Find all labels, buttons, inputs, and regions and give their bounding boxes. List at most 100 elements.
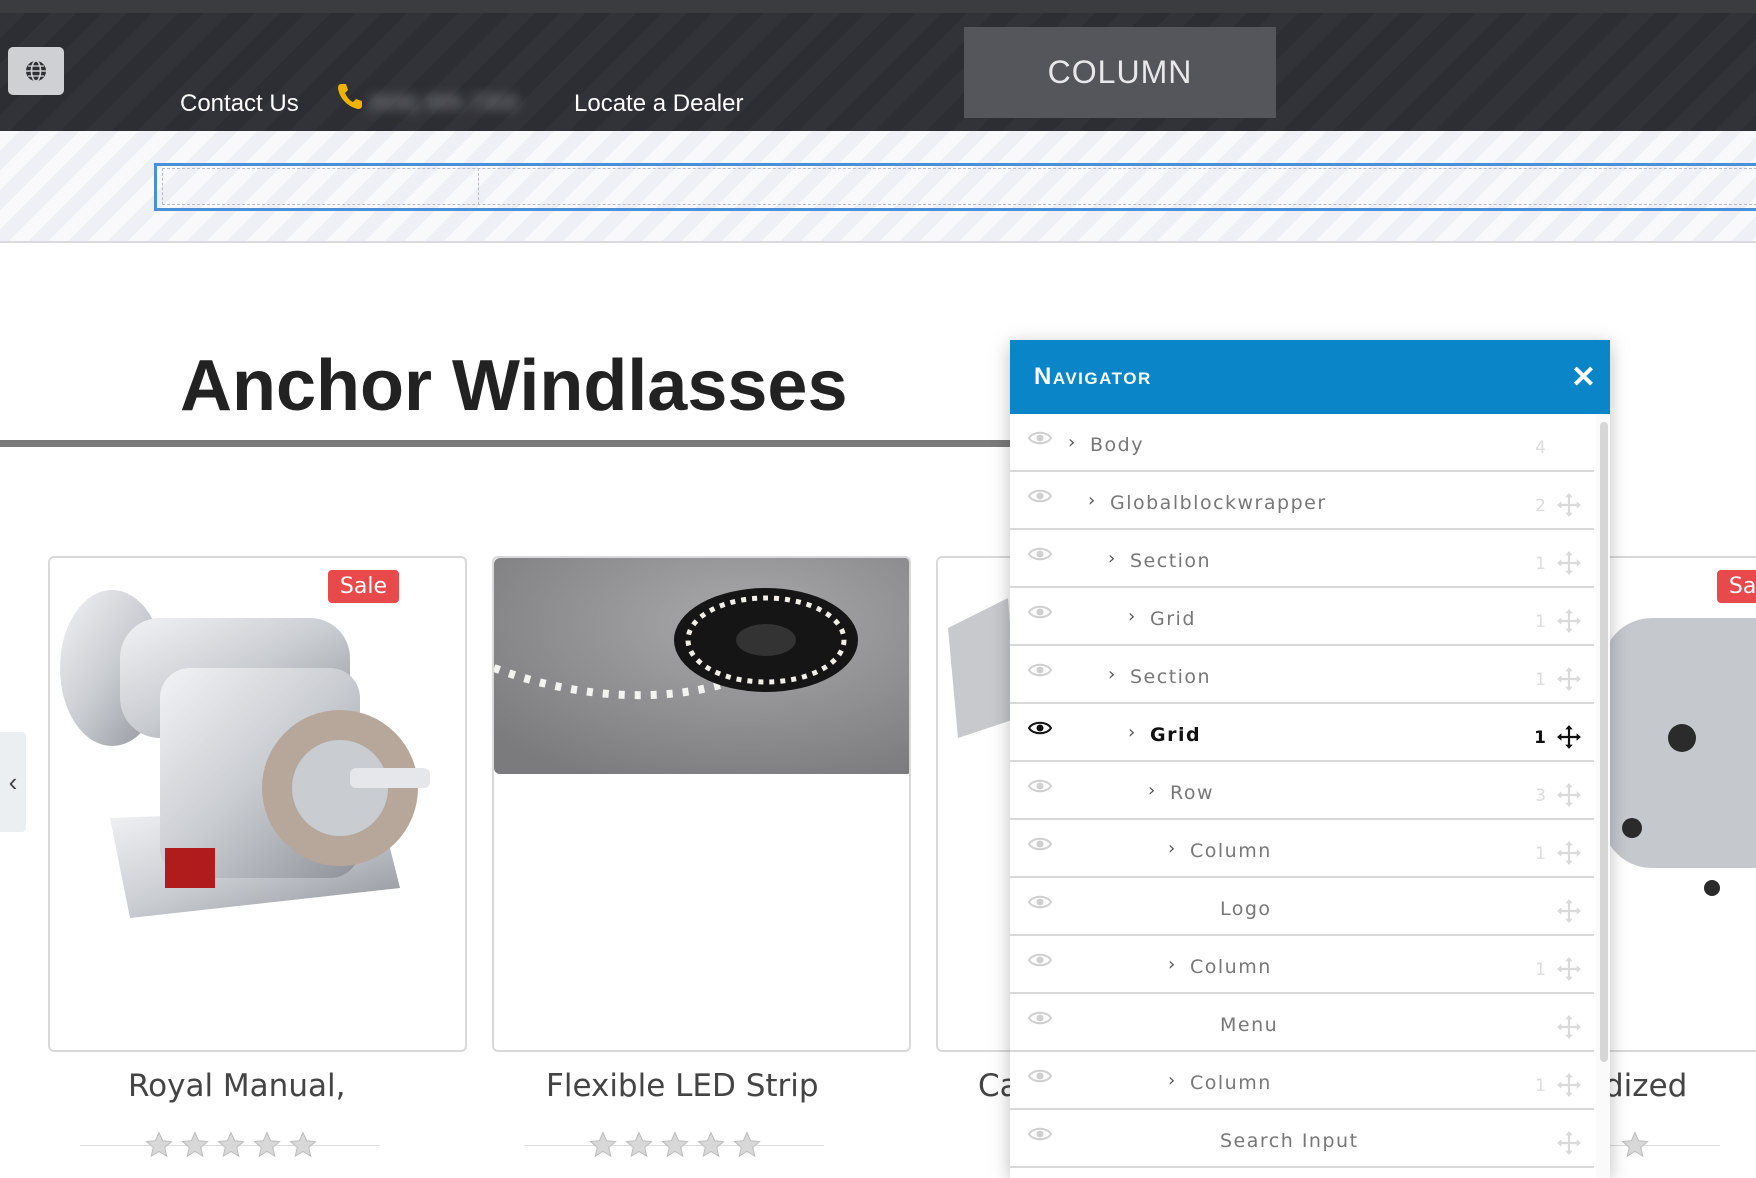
- product-name[interactable]: Flexible LED Strip: [546, 1068, 819, 1104]
- phone-icon: [338, 84, 362, 109]
- product-card[interactable]: Sale: [48, 556, 467, 1052]
- move-icon[interactable]: [1556, 724, 1582, 750]
- page: { "header": { "contact_label": "Contact …: [0, 0, 1756, 1178]
- star-icon: [253, 1131, 281, 1158]
- chevron-right-icon[interactable]: ›: [1108, 548, 1115, 569]
- eye-icon[interactable]: [1028, 1126, 1052, 1142]
- navigator-item[interactable]: › Column 1: [1010, 1052, 1594, 1110]
- move-icon[interactable]: [1556, 1130, 1582, 1156]
- move-icon[interactable]: [1556, 898, 1582, 924]
- star-icon: [181, 1131, 209, 1158]
- navigator-item[interactable]: Logo: [1010, 878, 1594, 936]
- move-icon[interactable]: [1556, 608, 1582, 634]
- chevron-right-icon[interactable]: ›: [1148, 780, 1155, 801]
- star-icon: [289, 1131, 317, 1158]
- navigator-item[interactable]: › Globalblockwrapper 2: [1010, 472, 1594, 530]
- product-image: [60, 590, 430, 918]
- chevron-right-icon[interactable]: ›: [1108, 664, 1115, 685]
- move-icon[interactable]: [1556, 782, 1582, 808]
- navigator-item[interactable]: › Grid 1: [1010, 588, 1594, 646]
- top-bar: [0, 0, 1756, 13]
- navigator-item[interactable]: › Grid 1: [1010, 704, 1594, 762]
- phone-number[interactable]: (608) 995-7300: [368, 90, 518, 116]
- title-divider: [0, 440, 1010, 447]
- locate-dealer-link[interactable]: Locate a Dealer: [574, 90, 743, 118]
- product-card[interactable]: [492, 556, 911, 1052]
- eye-icon[interactable]: [1028, 952, 1052, 968]
- star-icon: [1621, 1131, 1649, 1158]
- product-name[interactable]: dized: [1604, 1068, 1687, 1104]
- chevron-right-icon[interactable]: ›: [1168, 1070, 1175, 1091]
- move-icon[interactable]: [1556, 1072, 1582, 1098]
- chevron-right-icon[interactable]: ›: [1128, 606, 1135, 627]
- move-icon[interactable]: [1556, 550, 1582, 576]
- eye-icon[interactable]: [1028, 488, 1052, 504]
- move-icon[interactable]: [1556, 666, 1582, 692]
- navigator-item-count: 4: [1535, 438, 1546, 458]
- product-name[interactable]: Royal Manual,: [128, 1068, 345, 1104]
- navigator-item-count: 1: [1535, 612, 1546, 632]
- star-icon: [697, 1131, 725, 1158]
- navigator-item[interactable]: Search Input: [1010, 1110, 1594, 1168]
- sale-badge: Sale: [1716, 570, 1756, 603]
- contact-us-link[interactable]: Contact Us: [180, 90, 299, 118]
- navigator-item-label: Menu: [1220, 1014, 1279, 1036]
- star-icon: [145, 1131, 173, 1158]
- eye-icon[interactable]: [1028, 604, 1052, 620]
- chevron-right-icon[interactable]: ›: [1168, 838, 1175, 859]
- navigator-item[interactable]: › Column 1: [1010, 936, 1594, 994]
- star-icon: [217, 1131, 245, 1158]
- navigator-item-count: 1: [1535, 844, 1546, 864]
- eye-icon[interactable]: [1028, 546, 1052, 562]
- navigator-item-label: Search Input: [1220, 1130, 1359, 1152]
- navigator-item[interactable]: Menu: [1010, 994, 1594, 1052]
- language-button[interactable]: [8, 47, 64, 95]
- move-icon[interactable]: [1556, 840, 1582, 866]
- navigator-item[interactable]: › Row 3: [1010, 762, 1594, 820]
- navigator-title: Navigator: [1034, 363, 1152, 390]
- star-icon: [661, 1131, 689, 1158]
- product-image: [948, 598, 1018, 738]
- navigator-item-label: Section: [1130, 666, 1212, 688]
- navigator-item-label: Section: [1130, 550, 1212, 572]
- navigator-item[interactable]: › Body 4: [1010, 414, 1594, 472]
- move-icon[interactable]: [1556, 956, 1582, 982]
- eye-icon[interactable]: [1028, 430, 1052, 446]
- column-placeholder[interactable]: [162, 168, 1756, 205]
- eye-icon[interactable]: [1028, 662, 1052, 678]
- eye-icon[interactable]: [1028, 1010, 1052, 1026]
- page-title: Anchor Windlasses: [180, 346, 848, 426]
- chevron-right-icon[interactable]: ›: [1088, 490, 1095, 511]
- move-icon[interactable]: [1556, 492, 1582, 518]
- navigator-item-label: Body: [1090, 434, 1144, 456]
- navigator-item[interactable]: › Section 1: [1010, 530, 1594, 588]
- close-icon[interactable]: ✕: [1571, 360, 1596, 395]
- eye-icon[interactable]: [1028, 720, 1052, 736]
- star-icon: [625, 1131, 653, 1158]
- eye-icon[interactable]: [1028, 894, 1052, 910]
- navigator-item-count: 2: [1535, 496, 1546, 516]
- product-rating: [588, 1130, 762, 1160]
- move-icon[interactable]: [1556, 1014, 1582, 1040]
- star-icon: [589, 1131, 617, 1158]
- chevron-right-icon[interactable]: ›: [1128, 722, 1135, 743]
- chevron-right-icon[interactable]: ›: [1168, 954, 1175, 975]
- column-badge: COLUMN: [964, 27, 1276, 118]
- eye-icon[interactable]: [1028, 1068, 1052, 1084]
- carousel-prev-button[interactable]: ‹: [0, 732, 26, 832]
- navigator-item-label: Grid: [1150, 724, 1202, 746]
- navigator-item-label: Column: [1190, 1072, 1272, 1094]
- globe-icon: [26, 60, 46, 82]
- product-rating: [144, 1130, 318, 1160]
- navigator-item[interactable]: › Column 1: [1010, 820, 1594, 878]
- chevron-left-icon: ‹: [8, 766, 18, 797]
- navigator-scrollbar-thumb[interactable]: [1600, 422, 1608, 1062]
- chevron-right-icon[interactable]: ›: [1068, 432, 1075, 453]
- eye-icon[interactable]: [1028, 836, 1052, 852]
- navigator-header: Navigator ✕: [1010, 340, 1610, 414]
- navigator-item-label: Column: [1190, 840, 1272, 862]
- eye-icon[interactable]: [1028, 778, 1052, 794]
- navigator-item-count: 1: [1535, 670, 1546, 690]
- navigator-item[interactable]: › Section 1: [1010, 646, 1594, 704]
- navigator-item-label: Logo: [1220, 898, 1272, 920]
